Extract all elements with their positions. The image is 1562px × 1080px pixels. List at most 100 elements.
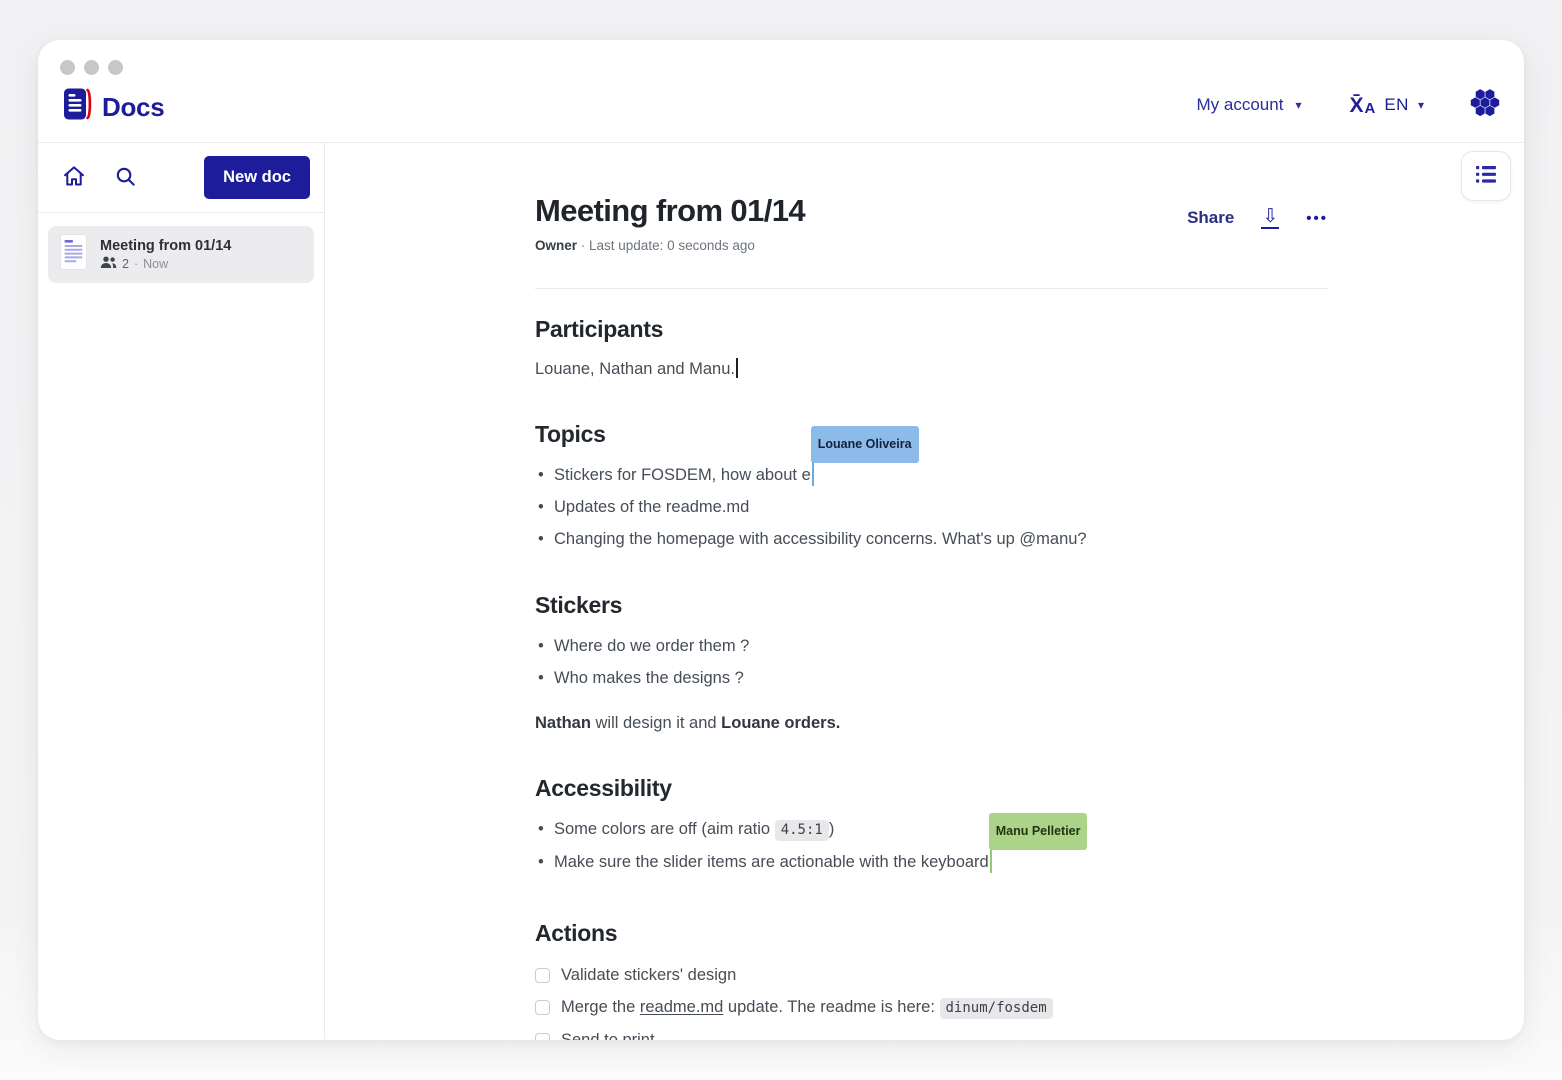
participants-text: Louane, Nathan and Manu. [535, 360, 735, 378]
members-count: 2 [122, 257, 129, 271]
list-item: Make sure the slider items are actionabl… [535, 846, 1328, 878]
members-icon [100, 256, 117, 272]
desktop-background: Docs My account ▾ X̄A EN ▾ [0, 0, 1562, 1080]
list-item: Some colors are off (aim ratio 4.5:1) [535, 813, 1328, 846]
list-item: Changing the homepage with accessibility… [535, 523, 1328, 555]
more-options-button[interactable]: ••• [1306, 211, 1328, 226]
sidebar-toolbar: New doc [38, 143, 324, 213]
code-ratio: 4.5:1 [775, 820, 829, 841]
language-selector[interactable]: X̄A EN ▾ [1349, 95, 1424, 116]
collab-cursor-manu: Manu Pelletier [990, 848, 993, 873]
search-button[interactable] [114, 165, 137, 191]
bold-nathan: Nathan [535, 714, 591, 732]
bold-louane: Louane [721, 714, 780, 732]
app-logo[interactable]: Docs [63, 87, 164, 128]
doc-list: Meeting from 01/14 [38, 213, 324, 296]
home-button[interactable] [62, 164, 86, 191]
sidebar-item-meeting-doc[interactable]: Meeting from 01/14 [48, 226, 314, 283]
stickers-item-1: Where do we order them ? [554, 637, 749, 655]
gaufre-apps-icon [1468, 86, 1502, 124]
doc-title: Meeting from 01/14 [535, 193, 805, 229]
window-dot [108, 60, 123, 75]
list-item: Updates of the readme.md [535, 491, 1328, 523]
accessibility-item-1-close: ) [829, 820, 835, 838]
doc-item-subtitle: 2 · Now [100, 256, 231, 272]
task-label: Merge the readme.md update. The readme i… [561, 991, 1053, 1024]
collab-user-label: Manu Pelletier [989, 813, 1088, 850]
heading-stickers: Stickers [535, 592, 1328, 619]
checkbox-send-to-print[interactable] [535, 1033, 550, 1041]
doc-meta: Owner · Last update: 0 seconds ago [535, 238, 805, 253]
task2-pre: Merge the [561, 998, 640, 1016]
collab-caret [990, 848, 993, 873]
topics-item-2: Updates of the readme.md [554, 498, 749, 516]
main-area: Meeting from 01/14 Owner · Last update: … [325, 143, 1524, 1039]
my-account-label: My account [1197, 95, 1284, 115]
task-label: Validate stickers' design [561, 959, 736, 991]
note-mid: will design it and [591, 714, 721, 732]
divider [535, 288, 1328, 289]
new-doc-button[interactable]: New doc [204, 156, 310, 199]
doc-updated: Now [143, 257, 168, 271]
task-row: Validate stickers' design [535, 959, 1328, 991]
checkbox-validate-design[interactable] [535, 968, 550, 983]
stickers-list: Where do we order them ? Who makes the d… [535, 630, 1328, 694]
accessibility-list: Some colors are off (aim ratio 4.5:1) Ma… [535, 813, 1328, 878]
accessibility-item-1: Some colors are off (aim ratio [554, 820, 775, 838]
list-icon [1474, 164, 1498, 188]
my-account-menu[interactable]: My account ▾ [1197, 95, 1302, 115]
accessibility-item-2: Make sure the slider items are actionabl… [554, 853, 989, 871]
app-window: Docs My account ▾ X̄A EN ▾ [38, 40, 1524, 1040]
topics-item-1: Stickers for FOSDEM, how about e [554, 466, 811, 484]
task-row: Merge the readme.md update. The readme i… [535, 991, 1328, 1024]
table-of-contents-button[interactable] [1461, 151, 1511, 201]
download-button[interactable]: ⇩ [1261, 207, 1279, 229]
text-cursor [736, 358, 738, 378]
topics-list: Stickers for FOSDEM, how about eLouane O… [535, 459, 1328, 555]
list-item: Where do we order them ? [535, 630, 1328, 662]
doc-actions: Share ⇩ ••• [1187, 207, 1328, 229]
header-right: My account ▾ X̄A EN ▾ [1197, 86, 1502, 124]
task-label: Send to print [561, 1024, 655, 1040]
window-dot [60, 60, 75, 75]
list-item: Stickers for FOSDEM, how about eLouane O… [535, 459, 1328, 491]
note-end: orders. [780, 714, 841, 732]
collab-caret [812, 461, 815, 486]
sidebar: New doc [38, 143, 325, 1039]
doc-item-title: Meeting from 01/14 [100, 238, 231, 254]
chevron-down-icon: ▾ [1295, 98, 1301, 112]
checkbox-merge-readme[interactable] [535, 1000, 550, 1015]
heading-topics: Topics [535, 421, 1328, 448]
task-list: Validate stickers' design Merge the read… [535, 959, 1328, 1040]
heading-accessibility: Accessibility [535, 775, 1328, 802]
home-icon [62, 164, 86, 191]
last-update-text: · Last update: 0 seconds ago [577, 238, 755, 253]
task2-mid: update. The readme is here: [723, 998, 939, 1016]
stickers-note: Nathan will design it and Louane orders. [535, 708, 1328, 738]
download-icon: ⇩ [1261, 207, 1279, 229]
participants-body: Louane, Nathan and Manu. [535, 357, 1328, 381]
apps-grid-button[interactable] [1468, 86, 1502, 124]
language-code: EN [1384, 95, 1409, 115]
docs-logo-icon [63, 87, 93, 128]
doc-thumbnail-icon [60, 234, 87, 275]
task-row: Send to print [535, 1024, 1328, 1040]
doc-header: Meeting from 01/14 Owner · Last update: … [535, 193, 1328, 253]
ellipsis-icon: ••• [1306, 210, 1328, 227]
list-item: Who makes the designs ? [535, 662, 1328, 694]
document-editor[interactable]: Meeting from 01/14 Owner · Last update: … [535, 143, 1328, 1040]
chevron-down-icon: ▾ [1418, 98, 1424, 112]
readme-link[interactable]: readme.md [640, 998, 723, 1016]
code-repo: dinum/fosdem [940, 998, 1053, 1019]
translate-icon: X̄A [1349, 95, 1375, 116]
stickers-item-2: Who makes the designs ? [554, 669, 744, 687]
window-controls [60, 60, 123, 75]
app-name: Docs [102, 92, 164, 123]
window-dot [84, 60, 99, 75]
topics-item-3: Changing the homepage with accessibility… [554, 530, 1087, 548]
owner-badge: Owner [535, 238, 577, 253]
heading-participants: Participants [535, 316, 1328, 343]
heading-actions: Actions [535, 920, 1328, 947]
share-button[interactable]: Share [1187, 208, 1234, 228]
separator-dot: · [134, 257, 138, 271]
